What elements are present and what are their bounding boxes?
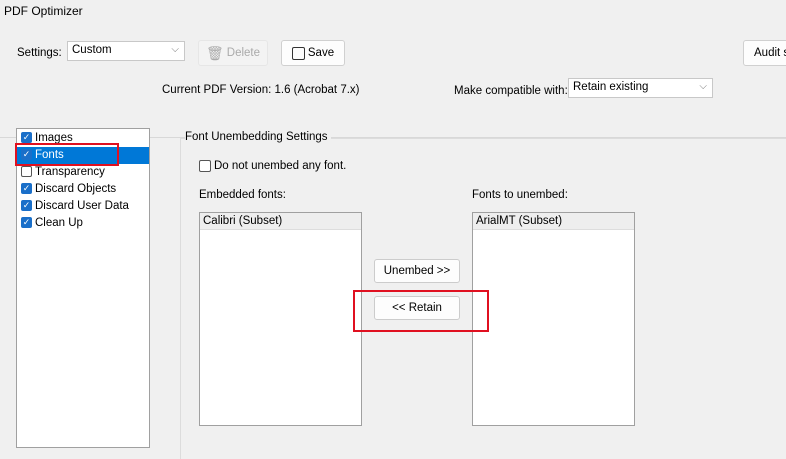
category-discard-user-data[interactable]: ✓ Discard User Data bbox=[17, 198, 149, 215]
current-version: Current PDF Version: 1.6 (Acrobat 7.x) bbox=[162, 84, 360, 96]
embedded-fonts-list[interactable]: Calibri (Subset) bbox=[199, 212, 362, 426]
embedded-font-item[interactable]: Calibri (Subset) bbox=[200, 213, 361, 230]
settings-label: Settings: bbox=[17, 47, 62, 59]
checkbox-checked-icon[interactable]: ✓ bbox=[21, 132, 32, 144]
highlight-box bbox=[15, 143, 119, 166]
trash-icon: 🗑 bbox=[205, 44, 224, 61]
category-clean-up[interactable]: ✓ Clean Up bbox=[17, 215, 149, 232]
checkbox-checked-icon[interactable]: ✓ bbox=[21, 183, 32, 195]
highlight-box bbox=[353, 290, 489, 332]
unembed-font-item[interactable]: ArialMT (Subset) bbox=[473, 213, 634, 230]
checkbox-checked-icon[interactable]: ✓ bbox=[21, 217, 32, 229]
delete-button[interactable]: 🗑 Delete bbox=[198, 40, 268, 66]
settings-value: Custom bbox=[72, 44, 112, 56]
checkbox-checked-icon[interactable]: ✓ bbox=[21, 200, 32, 212]
checkbox-unchecked-icon[interactable] bbox=[199, 160, 211, 172]
unembed-button[interactable]: Unembed >> bbox=[374, 259, 460, 283]
category-list: ✓ Images ✓ Fonts Transparency ✓ Discard Obj… bbox=[16, 128, 150, 448]
checkbox-unchecked-icon[interactable] bbox=[21, 166, 32, 178]
no-unembed-checkbox[interactable]: Do not unembed any font. bbox=[199, 160, 346, 172]
category-discard-objects[interactable]: ✓ Discard Objects bbox=[17, 181, 149, 198]
embedded-label: Embedded fonts: bbox=[199, 189, 286, 201]
chevron-down-icon: ⌵ bbox=[171, 44, 179, 55]
group-title: Font Unembedding Settings bbox=[185, 131, 331, 143]
settings-dropdown[interactable]: Custom ⌵ bbox=[67, 41, 185, 61]
compat-label: Make compatible with: bbox=[454, 85, 568, 97]
save-button[interactable]: Save bbox=[281, 40, 345, 66]
save-icon bbox=[291, 46, 305, 60]
window-title: PDF Optimizer bbox=[4, 4, 83, 18]
chevron-down-icon: ⌵ bbox=[699, 81, 707, 92]
audit-space-button[interactable]: Audit s bbox=[743, 40, 786, 66]
category-transparency[interactable]: Transparency bbox=[17, 164, 149, 181]
unembed-label: Fonts to unembed: bbox=[472, 189, 568, 201]
compat-dropdown[interactable]: Retain existing ⌵ bbox=[568, 78, 713, 98]
fonts-to-unembed-list[interactable]: ArialMT (Subset) bbox=[472, 212, 635, 426]
